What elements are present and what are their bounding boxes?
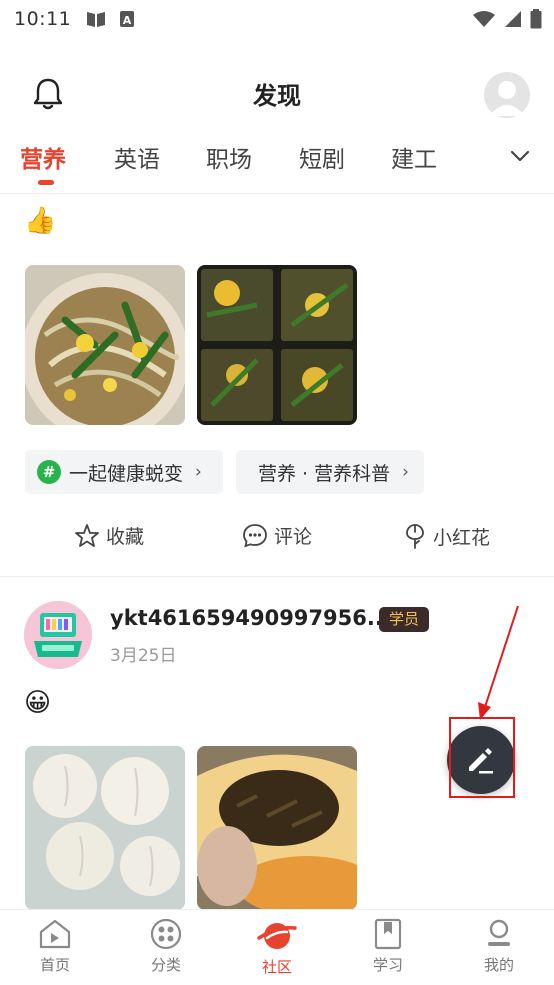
status-notification-icons: A	[85, 9, 135, 29]
post-date: 3月25日	[110, 646, 177, 666]
post-author-name[interactable]: ykt461659490997956...	[110, 606, 391, 630]
page-title: 发现	[253, 82, 301, 110]
post-author-avatar[interactable]	[24, 601, 92, 669]
user-avatar[interactable]	[484, 72, 530, 118]
nav-label-study: 学习	[372, 956, 403, 974]
tab-construction[interactable]: 建工	[391, 140, 437, 174]
topic-hash-icon: #	[37, 460, 61, 484]
comment-button[interactable]: 评论	[242, 522, 312, 549]
signal-icon	[505, 11, 521, 27]
flower-icon	[406, 524, 424, 549]
tab-fade	[462, 132, 502, 188]
tab-career[interactable]: 职场	[206, 140, 252, 174]
tab-short-drama[interactable]: 短剧	[299, 140, 345, 174]
text-app-icon: A	[120, 11, 135, 27]
category-tabs: 营养 英语 职场 短剧 建工	[0, 132, 554, 194]
chevron-down-icon	[510, 150, 530, 162]
topic-chip-nutrition[interactable]: 营养 · 营养科普 ›	[236, 450, 424, 494]
comment-icon	[243, 523, 267, 547]
bottom-nav: 首页 分类 社区 学习 我的	[0, 909, 554, 985]
topic-label: 一起健康蜕变	[69, 462, 184, 485]
post-emoji: 👍	[24, 206, 57, 236]
post-photo-stirfry-grid[interactable]	[197, 265, 357, 425]
annotation-arrow-icon	[478, 605, 519, 720]
nav-label-community: 社区	[261, 958, 292, 976]
home-play-icon	[39, 919, 71, 949]
chevron-right-icon: ›	[195, 462, 202, 482]
nav-category[interactable]: 分类	[121, 918, 211, 975]
status-time: 10:11	[14, 8, 72, 30]
header: 发现	[0, 62, 554, 126]
post-photo-noodles[interactable]	[25, 265, 185, 425]
comment-label: 评论	[274, 526, 313, 548]
post-emoji: 😀	[24, 688, 52, 718]
post-divider	[0, 576, 554, 577]
topic-chip-healthy[interactable]: # 一起健康蜕变 ›	[25, 450, 223, 494]
annotation-highlight-box	[449, 717, 515, 798]
cash-register-avatar-icon	[24, 601, 92, 669]
status-bar: 10:11 A	[0, 0, 554, 38]
community-icon	[257, 923, 297, 949]
tab-english[interactable]: 英语	[114, 140, 160, 174]
nav-community[interactable]: 社区	[232, 918, 322, 977]
default-avatar-icon	[489, 81, 525, 116]
post-photo-buns[interactable]	[25, 746, 185, 910]
nav-profile[interactable]: 我的	[454, 918, 544, 975]
tab-nutrition[interactable]: 营养	[20, 140, 66, 174]
post-actions: 收藏 评论 小红花	[0, 518, 554, 558]
nav-home[interactable]: 首页	[10, 918, 100, 975]
more-tabs-button[interactable]	[506, 142, 534, 170]
favorite-button[interactable]: 收藏	[74, 522, 144, 549]
flower-button[interactable]: 小红花	[403, 522, 490, 550]
status-system-icons	[472, 9, 542, 29]
student-badge: 学员	[379, 607, 430, 632]
favorite-label: 收藏	[106, 526, 145, 548]
category-icon	[150, 918, 182, 950]
wifi-icon	[473, 11, 495, 27]
svg-text:A: A	[123, 14, 132, 27]
nav-label-profile: 我的	[483, 956, 514, 974]
flower-label: 小红花	[433, 526, 491, 549]
nav-study[interactable]: 学习	[343, 918, 433, 975]
nav-label-home: 首页	[39, 956, 70, 974]
nav-label-category: 分类	[150, 956, 181, 974]
bookmark-icon	[374, 918, 402, 950]
topic-label: 营养 · 营养科普	[258, 462, 391, 485]
star-icon	[75, 523, 99, 547]
battery-icon	[530, 9, 542, 29]
chevron-right-icon: ›	[402, 462, 409, 482]
post-photo-bun-filling[interactable]	[197, 746, 357, 910]
profile-icon	[488, 919, 510, 946]
active-tab-indicator	[38, 180, 54, 185]
book-icon	[87, 12, 106, 27]
